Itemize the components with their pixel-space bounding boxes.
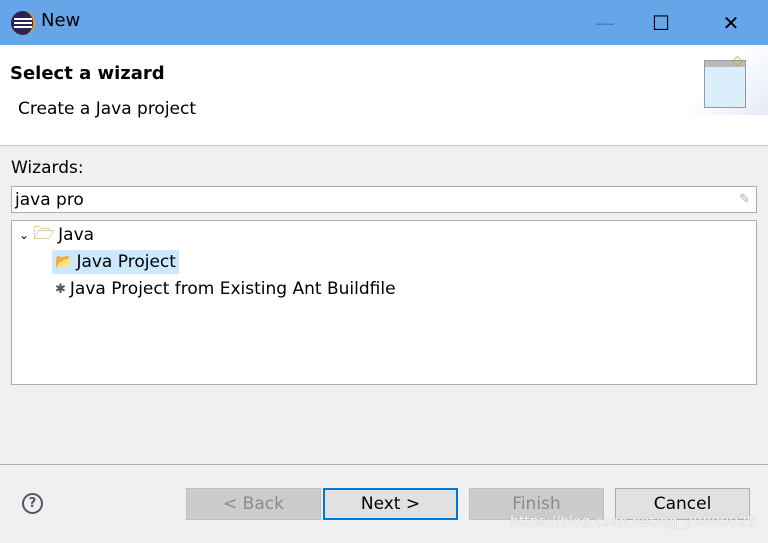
maximize-button[interactable]: ☐	[638, 0, 684, 45]
tree-item-java[interactable]: ⌄ 🗁 Java	[16, 223, 97, 247]
tree-item-label: Java Project	[76, 252, 176, 272]
watermark: https://blog.csdn.net/qq_29890029	[510, 514, 756, 530]
wizard-filter-input[interactable]: java pro ✎	[11, 186, 757, 213]
back-button[interactable]: < Back	[186, 488, 321, 520]
wizard-tree[interactable]: ⌄ 🗁 Java 📂 Java Project ✱ Java Project f…	[11, 220, 757, 385]
chevron-down-icon[interactable]: ⌄	[19, 228, 29, 242]
folder-open-icon: 🗁	[33, 223, 55, 244]
tree-item-java-project-ant[interactable]: ✱ Java Project from Existing Ant Buildfi…	[52, 277, 399, 301]
filter-value: java pro	[15, 190, 84, 210]
page-description: Create a Java project	[18, 99, 197, 119]
eclipse-logo-icon	[11, 11, 35, 35]
title-bar: New — ☐ ✕	[0, 0, 768, 45]
help-icon[interactable]: ?	[22, 493, 43, 514]
ant-icon: ✱	[55, 281, 66, 297]
minimize-button[interactable]: —	[582, 0, 628, 45]
next-button[interactable]: Next >	[323, 488, 458, 520]
tree-item-java-project[interactable]: 📂 Java Project	[52, 250, 179, 274]
java-project-icon: 📂	[55, 254, 73, 270]
window-title: New	[41, 10, 81, 31]
wizard-header: Select a wizard Create a Java project ◇	[0, 45, 768, 146]
wizard-banner-icon: ◇	[690, 45, 768, 115]
wizards-label: Wizards:	[11, 158, 84, 178]
tree-item-label: Java Project from Existing Ant Buildfile	[69, 279, 396, 299]
page-title: Select a wizard	[10, 63, 165, 84]
tree-item-label: Java	[58, 225, 95, 245]
eraser-icon[interactable]: ✎	[739, 192, 750, 207]
close-button[interactable]: ✕	[708, 0, 754, 45]
divider	[0, 464, 768, 465]
